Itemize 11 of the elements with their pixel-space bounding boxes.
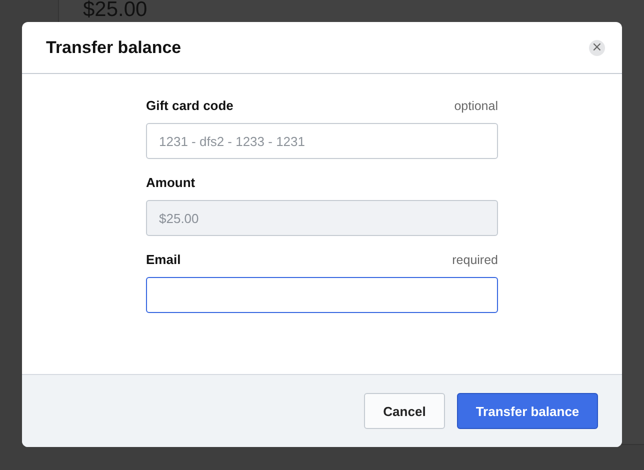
field-note: optional <box>454 99 498 113</box>
close-button[interactable]: × <box>589 40 605 56</box>
dialog-title: Transfer balance <box>46 38 182 58</box>
field-label: Email <box>146 252 181 267</box>
transfer-button[interactable]: Transfer balance <box>457 393 598 429</box>
field-note: required <box>452 253 498 267</box>
field-label: Gift card code <box>146 98 234 113</box>
input-field[interactable]: 1231 - dfs2 - 1233 - 1231 <box>146 123 498 159</box>
input-field[interactable] <box>146 277 498 313</box>
field-label: Amount <box>146 175 196 190</box>
cancel-button[interactable]: Cancel <box>364 393 445 429</box>
